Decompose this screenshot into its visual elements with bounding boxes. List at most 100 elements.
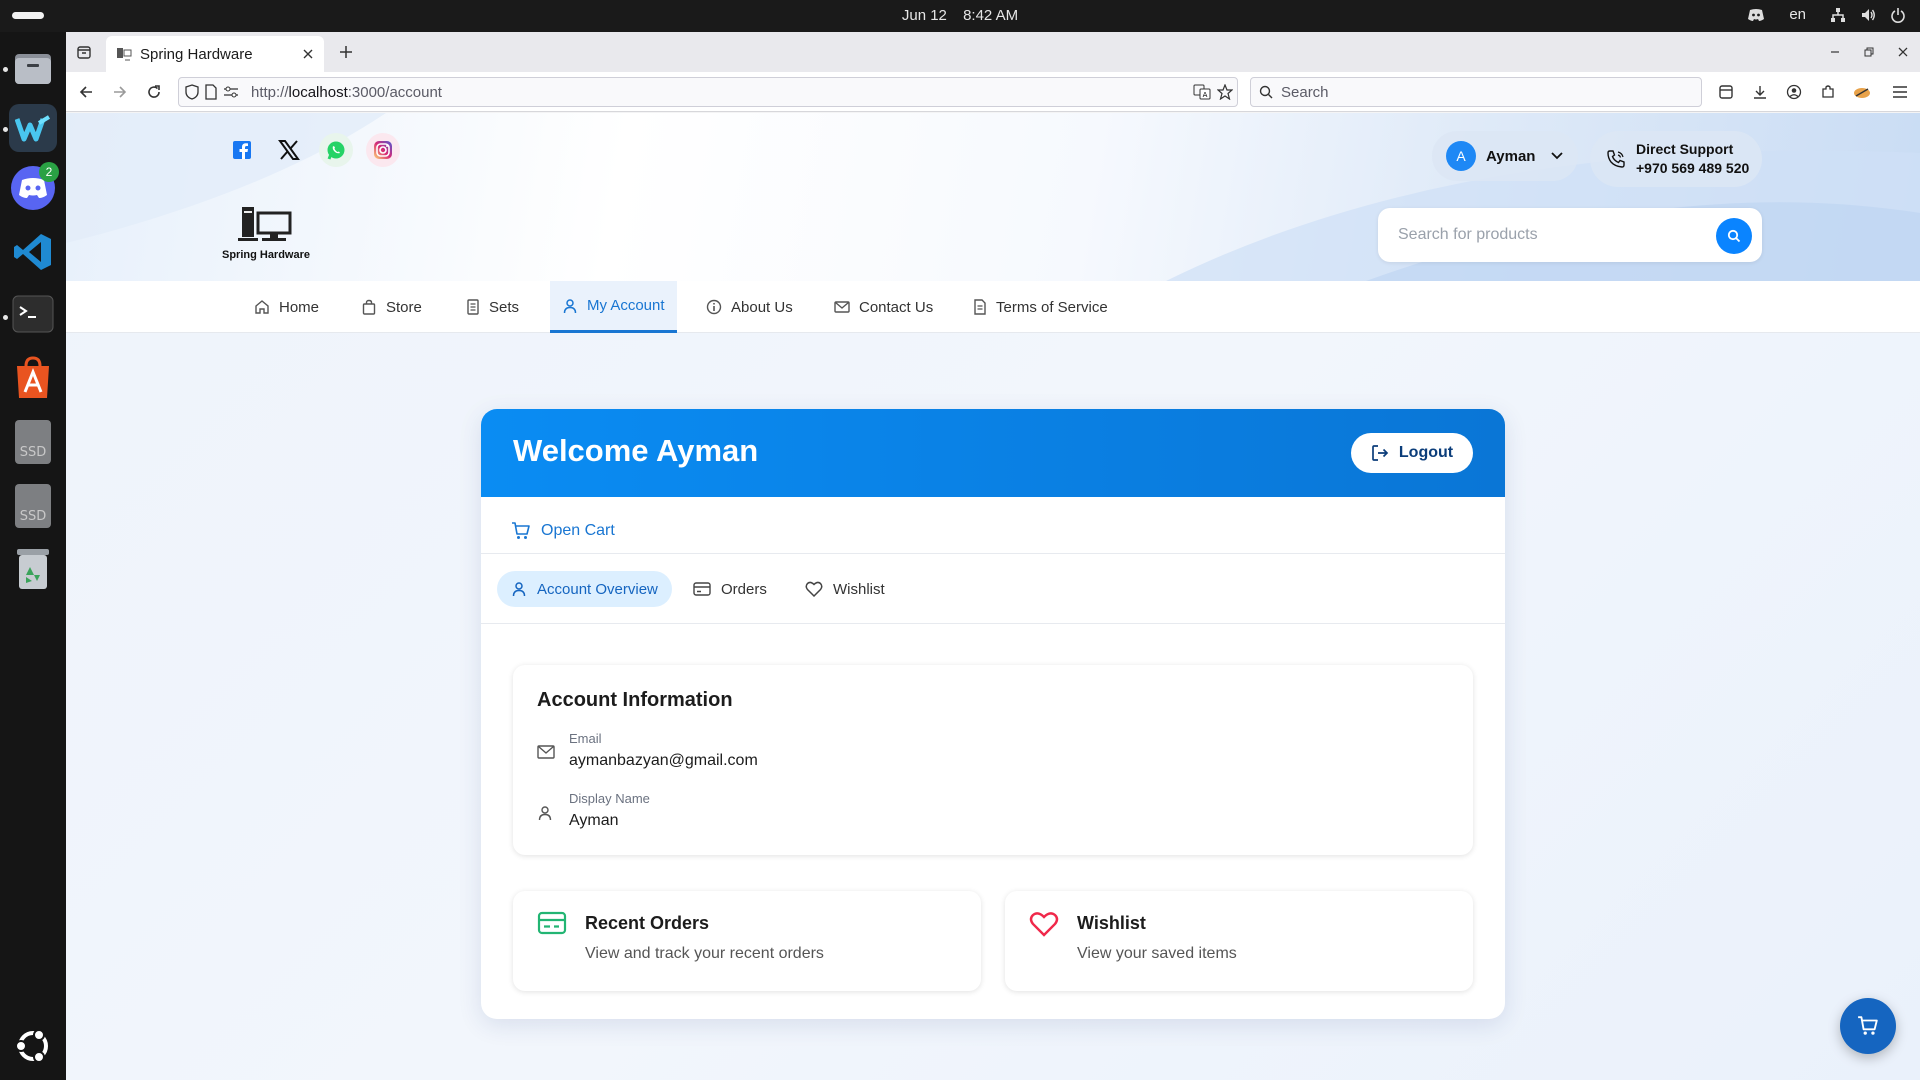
product-search-button[interactable]	[1716, 218, 1752, 254]
system-clock[interactable]: Jun 12 8:42 AM	[0, 7, 1920, 24]
ssd-drive-icon[interactable]: SSD	[9, 482, 57, 530]
heart-icon	[1029, 912, 1059, 937]
support-title: Direct Support	[1636, 141, 1734, 157]
browser-tab[interactable]: Spring Hardware	[106, 36, 324, 72]
running-indicator	[3, 67, 8, 72]
ssd-drive-icon[interactable]: SSD	[9, 418, 57, 466]
nav-item-label: Terms of Service	[996, 298, 1108, 316]
instagram-icon[interactable]	[366, 133, 400, 167]
recent-orders-card[interactable]: Recent Orders View and track your recent…	[513, 891, 981, 991]
trash-icon[interactable]	[9, 544, 57, 592]
logout-icon	[1372, 445, 1389, 461]
product-search-placeholder: Search for products	[1398, 226, 1538, 243]
nav-item-store[interactable]: Store	[361, 281, 422, 333]
floating-cart-button[interactable]	[1840, 998, 1896, 1054]
facebook-icon[interactable]	[225, 133, 259, 167]
nav-item-label: Contact Us	[859, 298, 934, 316]
logo-text: Spring Hardware	[221, 249, 311, 261]
tab-wishlist[interactable]: Wishlist	[791, 571, 899, 607]
wishlist-description: View your saved items	[1077, 945, 1237, 962]
open-cart-label: Open Cart	[541, 522, 615, 539]
bookmark-star-icon[interactable]	[1217, 84, 1233, 100]
browser-search-input[interactable]: Search	[1250, 77, 1702, 107]
close-tab-icon[interactable]	[302, 48, 314, 60]
pocket-icon[interactable]	[1714, 80, 1738, 104]
account-information-card: Account Information Email aymanbazyan@gm…	[513, 665, 1473, 855]
whatsapp-icon[interactable]	[319, 133, 353, 167]
wishlist-card[interactable]: Wishlist View your saved items	[1005, 891, 1473, 991]
navigation-toolbar: http://localhost:3000/account A Search	[66, 72, 1920, 112]
document-icon	[974, 299, 986, 315]
translate-icon[interactable]: A	[1193, 84, 1211, 100]
terminal-icon[interactable]	[9, 290, 57, 338]
tab-title: Spring Hardware	[140, 45, 253, 63]
nav-item-home[interactable]: Home	[254, 281, 319, 333]
files-icon[interactable]	[9, 44, 57, 92]
credit-card-icon	[693, 582, 711, 596]
site-header: Spring Hardware A Ayman Direct Support +…	[66, 113, 1920, 281]
account-icon[interactable]	[1782, 80, 1806, 104]
tab-strip: Spring Hardware	[66, 32, 1920, 72]
nav-item-terms-of-service[interactable]: Terms of Service	[973, 281, 1108, 333]
network-icon[interactable]	[1830, 7, 1846, 23]
minimize-icon[interactable]	[1818, 32, 1852, 72]
nav-item-label: Home	[279, 298, 320, 316]
email-field: Email aymanbazyan@gmail.com	[537, 731, 758, 770]
recent-orders-title: Recent Orders	[585, 913, 710, 933]
hamburger-menu-icon[interactable]	[1888, 80, 1912, 104]
url-prefix: http://	[251, 83, 289, 101]
product-search-input[interactable]: Search for products	[1378, 208, 1762, 262]
system-top-bar: Jun 12 8:42 AM en	[0, 0, 1920, 32]
mail-icon	[834, 301, 850, 313]
welcome-heading: Welcome Ayman	[513, 433, 759, 468]
page-info-icon[interactable]	[205, 84, 217, 100]
permissions-icon[interactable]	[223, 85, 239, 99]
page-favicon-icon	[116, 46, 132, 62]
extensions-icon[interactable]	[1816, 80, 1840, 104]
tab-account-overview[interactable]: Account Overview	[497, 571, 672, 607]
logout-button[interactable]: Logout	[1351, 433, 1473, 473]
discord-icon[interactable]: 2	[9, 162, 59, 212]
windsurf-icon[interactable]	[9, 104, 57, 152]
divider	[481, 623, 1505, 624]
nav-item-contact-us[interactable]: Contact Us	[834, 281, 933, 333]
shield-icon[interactable]	[185, 84, 199, 100]
user-menu-button[interactable]: A Ayman	[1432, 131, 1578, 181]
wishlist-title: Wishlist	[1077, 913, 1146, 933]
discord-tray-icon[interactable]	[1747, 8, 1765, 22]
nav-item-my-account[interactable]: My Account	[550, 281, 677, 333]
app-center-icon[interactable]	[9, 354, 57, 402]
downloads-icon[interactable]	[1748, 80, 1772, 104]
list-icon	[467, 299, 479, 315]
url-path: :3000/account	[347, 83, 442, 101]
new-tab-icon[interactable]	[334, 40, 358, 64]
nav-item-label: My Account	[587, 297, 665, 314]
tab-overview-icon[interactable]	[72, 40, 96, 64]
back-arrow-icon[interactable]	[74, 80, 98, 104]
volume-icon[interactable]	[1860, 7, 1876, 23]
extension-addon-icon[interactable]	[1850, 80, 1874, 104]
account-panel: Welcome Ayman Logout Open Cart Account O…	[481, 409, 1505, 1019]
forward-arrow-icon[interactable]	[108, 80, 132, 104]
phone-icon	[1606, 149, 1626, 169]
tab-orders[interactable]: Orders	[679, 571, 781, 607]
url-bar[interactable]: http://localhost:3000/account A	[178, 77, 1238, 107]
close-window-icon[interactable]	[1886, 32, 1920, 72]
nav-item-about-us[interactable]: About Us	[706, 281, 793, 333]
nav-item-sets[interactable]: Sets	[466, 281, 519, 333]
vscode-icon[interactable]	[9, 228, 57, 276]
tab-label: Orders	[721, 580, 767, 598]
power-icon[interactable]	[1890, 7, 1906, 23]
language-indicator[interactable]: en	[1789, 6, 1806, 23]
running-indicator	[3, 315, 8, 320]
x-twitter-icon[interactable]	[272, 133, 306, 167]
ubuntu-icon[interactable]	[9, 1022, 57, 1070]
restore-icon[interactable]	[1852, 32, 1886, 72]
open-cart-link[interactable]: Open Cart	[511, 521, 615, 541]
direct-support-button[interactable]: Direct Support +970 569 489 520	[1590, 131, 1762, 187]
system-tray: en	[1747, 6, 1906, 23]
application-dock: 2 SSD SSD	[0, 32, 66, 1080]
site-logo[interactable]: Spring Hardware	[216, 203, 316, 261]
cart-icon	[1858, 1016, 1878, 1035]
reload-icon[interactable]	[142, 80, 166, 104]
